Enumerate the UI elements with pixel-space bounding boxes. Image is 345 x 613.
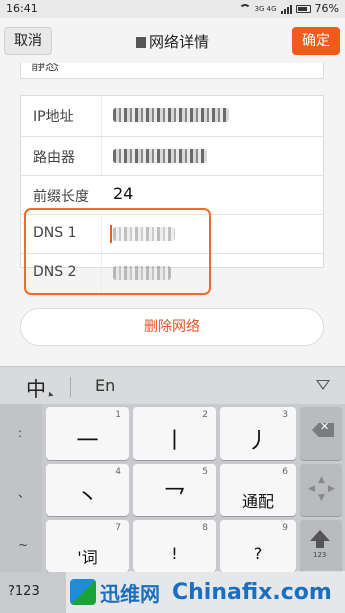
column-divider [101,137,102,175]
collapse-keyboard-icon[interactable] [316,380,330,390]
symbol-key[interactable]: 、 [18,484,30,501]
clock: 16:41 [6,2,38,15]
stroke-key[interactable]: 1 一 [46,407,129,460]
chinese-input-toggle[interactable]: 中 [26,373,46,402]
symbol-key[interactable]: : [18,426,22,440]
dns-highlight-box [24,208,211,295]
ip-settings-row[interactable]: 静态 › [20,63,324,79]
prefix-length-label: 前缀长度 [33,189,89,205]
key-glyph: '词 [77,548,98,567]
router-row[interactable]: 路由器 [21,137,323,176]
key-glyph: 一 [76,429,99,454]
key-glyph: ? [253,544,263,563]
punctuation-key[interactable]: 9 ? [220,520,296,572]
battery-level: 76% [314,2,339,15]
wifi-network-icon [135,37,146,48]
english-input-toggle[interactable]: En [95,376,115,395]
watermark-cn-text: 迅维网 [100,581,160,606]
stroke-key[interactable]: 4 丶 [46,464,129,516]
column-divider [101,96,102,136]
watermark-logo-icon [70,579,96,605]
key-glyph: 丿 [246,429,269,454]
key-glyph: 通配 [241,492,274,511]
backspace-key[interactable]: ✕ [300,407,342,460]
router-value-redacted [113,149,207,163]
key-number: 4 [115,467,121,477]
input-mode-menu-icon [46,391,54,399]
page-title-text: 网络详情 [148,33,209,51]
symbols-mode-key[interactable]: ?123 [8,584,40,599]
key-number: 9 [282,523,288,533]
signal-icon [280,4,292,14]
router-label: 路由器 [33,150,75,166]
key-number: 2 [202,410,208,420]
key-number: 5 [202,467,208,477]
toolbar-divider [70,377,71,397]
confirm-button[interactable]: 确定 [292,27,340,55]
title-bar: 取消 网络详情 确定 [0,18,345,63]
keyboard-toolbar: 中 En [0,366,345,404]
delete-network-button[interactable]: 删除网络 [20,308,324,346]
dpad-icon: ▲ ◀ ▶ ▼ [308,475,335,503]
watermark-en-text: Chinafix.com [172,579,332,605]
key-glyph: 丨 [163,429,186,454]
chevron-right-icon: › [31,63,36,73]
status-bar: 16:41 3G 4G 76% [0,0,345,18]
battery-icon [295,4,311,13]
key-number: 8 [202,523,208,533]
symbol-column[interactable]: : 、 ~ [0,404,42,572]
ip-address-label: IP地址 [33,109,74,125]
network-type: 3G 4G [254,4,277,13]
wildcard-key[interactable]: 6 通配 [220,464,296,516]
status-icons: 3G 4G 76% [238,2,339,15]
ip-address-value-redacted [113,108,229,122]
backspace-x: ✕ [320,420,330,433]
ip-address-row[interactable]: IP地址 [21,96,323,137]
shift-arrow-stem [316,540,324,548]
wifi-icon [238,4,251,13]
shift-key-label: 123 [313,551,327,559]
key-glyph: 丶 [76,486,99,511]
key-number: 6 [282,467,288,477]
stroke-key[interactable]: 3 丿 [220,407,296,460]
word-key[interactable]: 7 '词 [46,520,129,572]
stroke-key[interactable]: 5 乛 [133,464,216,516]
punctuation-key[interactable]: 8 ! [133,520,216,572]
key-number: 3 [282,410,288,420]
site-watermark: 迅维网 Chinafix.com [66,571,345,613]
key-number: 7 [115,523,121,533]
key-glyph: ! [171,544,178,563]
key-glyph: 乛 [163,486,186,511]
cursor-navigation-key[interactable]: ▲ ◀ ▶ ▼ [300,464,342,516]
key-number: 1 [115,410,121,420]
symbol-key[interactable]: ~ [18,538,28,552]
prefix-length-value[interactable]: 24 [113,184,133,203]
stroke-key[interactable]: 2 丨 [133,407,216,460]
shift-key[interactable]: 123 [300,520,342,572]
